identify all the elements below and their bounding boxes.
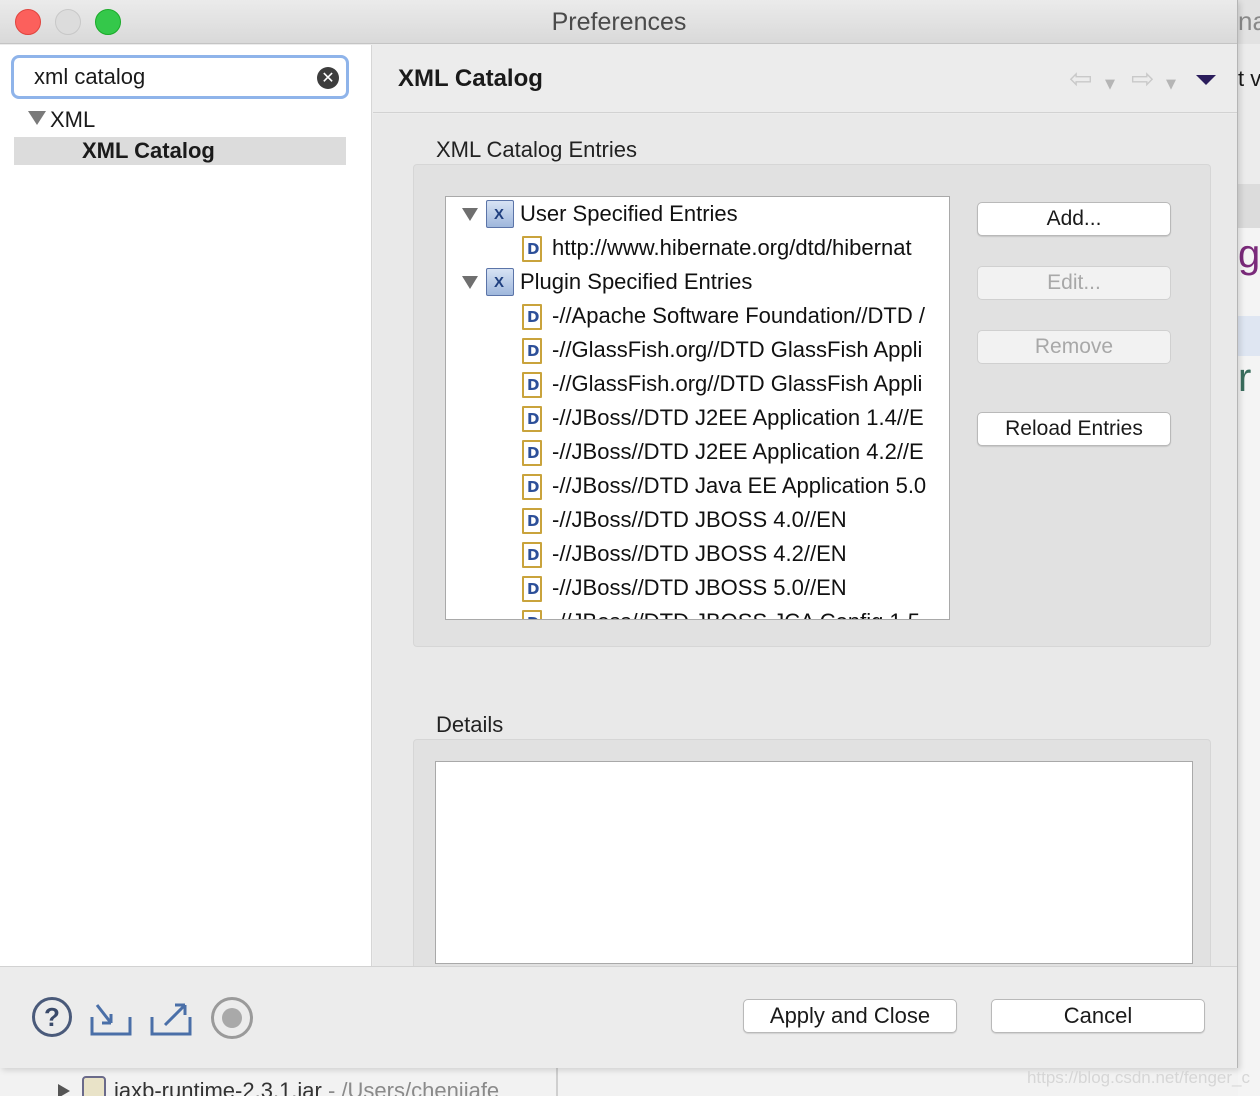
dtd-document-icon: D (522, 372, 542, 398)
dtd-document-icon: D (522, 542, 542, 568)
expand-triangle-icon[interactable] (462, 276, 478, 289)
search-box: ✕ (11, 55, 349, 99)
details-text-area[interactable] (435, 761, 1193, 964)
back-dropdown-icon[interactable]: ▼ (1105, 71, 1115, 99)
tree-entry-label: -//JBoss//DTD JBOSS JCA Config 1.5 (552, 605, 920, 619)
details-section-label: Details (436, 712, 504, 737)
tree-item-label: XML (50, 107, 96, 132)
entries-group: X User Specified Entries D http://www.hi… (413, 164, 1211, 647)
watermark: https://blog.csdn.net/fenger_c (1026, 1068, 1250, 1087)
dtd-document-icon: D (522, 236, 542, 262)
tree-item-xml[interactable]: XML (28, 107, 95, 137)
search-input[interactable] (20, 62, 308, 92)
remove-button: Remove (977, 330, 1171, 364)
back-arrow-icon[interactable]: ⇦ (1069, 65, 1092, 93)
tree-group-label: User Specified Entries (520, 201, 738, 226)
dialog-footer: ? Apply and Close Cancel (0, 966, 1237, 1068)
expand-triangle-icon[interactable] (28, 111, 46, 125)
dtd-document-icon: D (522, 440, 542, 466)
tree-item-xml-catalog[interactable]: XML Catalog (14, 137, 346, 165)
background-window: na t v g r (1238, 0, 1260, 1096)
tree-entry-label: -//Apache Software Foundation//DTD / (552, 303, 925, 328)
details-group (413, 739, 1211, 983)
catalog-group-icon: X (486, 200, 514, 228)
background-text-fragment: t v (1238, 66, 1260, 91)
page-body: XML Catalog Entries X User Specified Ent… (373, 114, 1237, 983)
add-button[interactable]: Add... (977, 202, 1171, 236)
view-menu-icon[interactable] (1196, 75, 1216, 85)
background-editor-char: g (1238, 232, 1260, 276)
dtd-document-icon: D (522, 338, 542, 364)
dtd-document-icon: D (522, 474, 542, 500)
preferences-sidebar: ✕ XML XML Catalog (0, 45, 372, 966)
tree-group-label: Plugin Specified Entries (520, 269, 753, 294)
apply-and-close-button[interactable]: Apply and Close (743, 999, 957, 1033)
background-editor-char: r (1238, 356, 1252, 400)
record-icon[interactable] (211, 997, 253, 1039)
clear-icon[interactable]: ✕ (317, 67, 339, 89)
forward-arrow-icon[interactable]: ⇨ (1131, 65, 1154, 93)
jar-icon (82, 1076, 106, 1096)
cancel-button[interactable]: Cancel (991, 999, 1205, 1033)
content-pane: XML Catalog ⇦ ▼ ⇨ ▼ XML Catalog Entries … (373, 45, 1237, 983)
tree-entry-label: -//GlassFish.org//DTD GlassFish Appli (552, 371, 923, 396)
export-icon[interactable] (149, 1001, 193, 1037)
dtd-document-icon: D (522, 610, 542, 619)
import-icon[interactable] (89, 1001, 133, 1037)
title-bar: Preferences (0, 0, 1237, 44)
dtd-document-icon: D (522, 576, 542, 602)
help-icon[interactable]: ? (32, 997, 72, 1037)
background-tree-row: jaxb-runtime-2.3.1.jar - /Users/chenjiaf… (114, 1078, 500, 1096)
dtd-document-icon: D (522, 508, 542, 534)
dtd-document-icon: D (522, 406, 542, 432)
tree-entry-label: -//JBoss//DTD Java EE Application 5.0 (552, 473, 927, 498)
expand-triangle-icon (58, 1084, 70, 1096)
tree-entry-label: http://www.hibernate.org/dtd/hibernat (552, 235, 912, 260)
tree-entry-label: -//GlassFish.org//DTD GlassFish Appli (552, 337, 923, 362)
page-header: XML Catalog ⇦ ▼ ⇨ ▼ (373, 45, 1237, 113)
tree-entry-label: -//JBoss//DTD JBOSS 5.0//EN (552, 575, 847, 600)
reload-entries-button[interactable]: Reload Entries (977, 412, 1171, 446)
tree-entry-label: -//JBoss//DTD J2EE Application 1.4//E (552, 405, 924, 430)
edit-button: Edit... (977, 266, 1171, 300)
preferences-dialog: Preferences ✕ XML XML Catalog XML Catalo… (0, 0, 1238, 1068)
tree-entry-label: -//JBoss//DTD JBOSS 4.2//EN (552, 541, 847, 566)
tree-entry-label: -//JBoss//DTD JBOSS 4.0//EN (552, 507, 847, 532)
forward-dropdown-icon[interactable]: ▼ (1166, 71, 1176, 99)
dtd-document-icon: D (522, 304, 542, 330)
entries-section-label: XML Catalog Entries (436, 137, 637, 162)
expand-triangle-icon[interactable] (462, 208, 478, 221)
page-title: XML Catalog (398, 65, 543, 92)
tree-entry-label: -//JBoss//DTD J2EE Application 4.2//E (552, 439, 924, 464)
background-window-title: na (1238, 0, 1260, 44)
catalog-entries-tree[interactable]: X User Specified Entries D http://www.hi… (445, 196, 950, 620)
catalog-group-icon: X (486, 268, 514, 296)
window-title: Preferences (551, 8, 687, 36)
